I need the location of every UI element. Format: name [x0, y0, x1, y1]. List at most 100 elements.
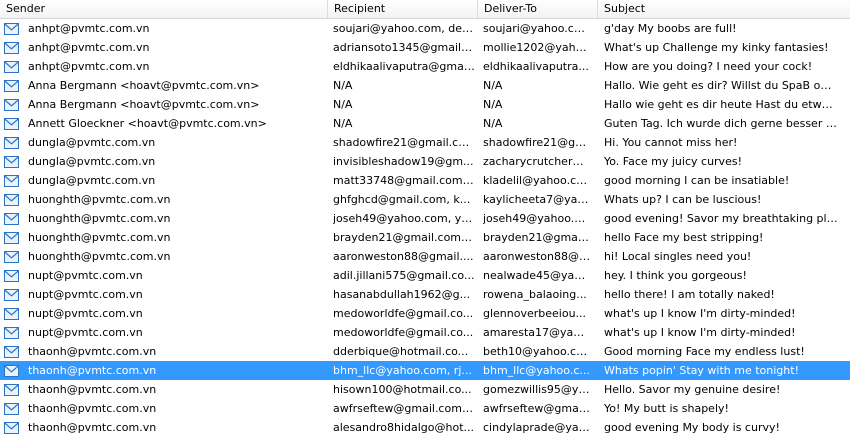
cell-subject: what's up I know I'm dirty-minded!: [604, 307, 796, 320]
cell-sender: anhpt@pvmtc.com.vn: [28, 60, 150, 73]
table-row[interactable]: Anna Bergmann <hoavt@pvmtc.com.vn> N/A N/A…: [0, 95, 850, 114]
cell-recipient: adil.jillani575@gmail.co...: [333, 269, 475, 282]
cell-subject: Guten Tag. Ich wurde dich gerne besser k…: [604, 117, 842, 130]
table-row[interactable]: huonghth@pvmtc.com.vn aaronweston88@gmail…: [0, 247, 850, 266]
message-list: anhpt@pvmtc.com.vn soujari@yahoo.com, der…: [0, 19, 850, 437]
cell-subject: Good morning Face my endless lust!: [604, 345, 805, 358]
cell-recipient: N/A: [333, 117, 353, 130]
table-row[interactable]: nupt@pvmtc.com.vn medoworldfe@gmail.co...…: [0, 304, 850, 323]
table-row[interactable]: Annett Gloeckner <hoavt@pvmtc.com.vn> N/A…: [0, 114, 850, 133]
cell-sender: dungla@pvmtc.com.vn: [28, 155, 156, 168]
cell-recipient: brayden21@gmail.com, ...: [333, 231, 479, 244]
cell-deliver-to: zacharycrutcher@...: [483, 155, 594, 168]
cell-subject: Yo. Face my juicy curves!: [604, 155, 742, 168]
cell-deliver-to: aaronweston88@g...: [483, 250, 594, 263]
envelope-icon: [4, 402, 19, 415]
table-row[interactable]: nupt@pvmtc.com.vn medoworldfe@gmail.co...…: [0, 323, 850, 342]
cell-sender: thaonh@pvmtc.com.vn: [28, 364, 157, 377]
cell-sender: huonghth@pvmtc.com.vn: [28, 212, 171, 225]
cell-deliver-to: shadowfire21@gm...: [483, 136, 594, 149]
table-row[interactable]: anhpt@pvmtc.com.vn adriansoto1345@gmail..…: [0, 38, 850, 57]
cell-recipient: N/A: [333, 98, 353, 111]
table-row[interactable]: anhpt@pvmtc.com.vn eldhikaalivaputra@gmai…: [0, 57, 850, 76]
table-row[interactable]: dungla@pvmtc.com.vn invisibleshadow19@gm.…: [0, 152, 850, 171]
table-row[interactable]: thaonh@pvmtc.com.vn dderbique@hotmail.co.…: [0, 342, 850, 361]
envelope-icon: [4, 117, 19, 130]
cell-recipient: matt33748@gmail.com, ...: [333, 174, 479, 187]
table-row[interactable]: dungla@pvmtc.com.vn matt33748@gmail.com, …: [0, 171, 850, 190]
table-row[interactable]: nupt@pvmtc.com.vn hasanabdullah1962@g... r…: [0, 285, 850, 304]
column-header-recipient[interactable]: Recipient: [328, 0, 478, 18]
cell-recipient: medoworldfe@gmail.co...: [333, 307, 474, 320]
cell-recipient: shadowfire21@gmail.co...: [333, 136, 476, 149]
cell-subject: good morning I can be insatiable!: [604, 174, 790, 187]
cell-subject: What's up Challenge my kinky fantasies!: [604, 41, 829, 54]
cell-sender: huonghth@pvmtc.com.vn: [28, 231, 171, 244]
envelope-icon: [4, 383, 19, 396]
envelope-icon: [4, 269, 19, 282]
envelope-icon: [4, 345, 19, 358]
cell-deliver-to: gomezwillis95@ya...: [483, 383, 594, 396]
cell-recipient: hasanabdullah1962@g...: [333, 288, 471, 301]
cell-deliver-to: N/A: [483, 98, 503, 111]
column-header-subject[interactable]: Subject: [598, 0, 850, 18]
cell-deliver-to: cindylaprade@yah...: [483, 421, 594, 434]
cell-sender: anhpt@pvmtc.com.vn: [28, 22, 150, 35]
cell-sender: nupt@pvmtc.com.vn: [28, 326, 143, 339]
cell-recipient: alesandro8hidalgo@hot...: [333, 421, 475, 434]
envelope-icon: [4, 307, 19, 320]
cell-recipient: hisown100@hotmail.co...: [333, 383, 472, 396]
cell-subject: Whats up? I can be luscious!: [604, 193, 762, 206]
envelope-icon: [4, 193, 19, 206]
cell-recipient: awfrseftew@gmail.com,...: [333, 402, 476, 415]
table-row[interactable]: thaonh@pvmtc.com.vn awfrseftew@gmail.com,…: [0, 399, 850, 418]
table-row[interactable]: Anna Bergmann <hoavt@pvmtc.com.vn> N/A N/A…: [0, 76, 850, 95]
cell-deliver-to: bhm_llc@yahoo.c...: [483, 364, 590, 377]
table-row[interactable]: huonghth@pvmtc.com.vn joseh49@yahoo.com, …: [0, 209, 850, 228]
cell-subject: good evening My body is curvy!: [604, 421, 780, 434]
envelope-icon: [4, 212, 19, 225]
cell-sender: Annett Gloeckner <hoavt@pvmtc.com.vn>: [28, 117, 267, 130]
envelope-icon: [4, 250, 19, 263]
table-row[interactable]: nupt@pvmtc.com.vn adil.jillani575@gmail.c…: [0, 266, 850, 285]
envelope-icon: [4, 136, 19, 149]
table-row[interactable]: huonghth@pvmtc.com.vn brayden21@gmail.com…: [0, 228, 850, 247]
table-row[interactable]: huonghth@pvmtc.com.vn ghfghcd@gmail.com, …: [0, 190, 850, 209]
cell-subject: good evening! Savor my breathtaking play…: [604, 212, 842, 225]
cell-deliver-to: kaylicheeta7@yah...: [483, 193, 594, 206]
envelope-icon: [4, 326, 19, 339]
table-row[interactable]: thaonh@pvmtc.com.vn bhm_llc@yahoo.com, rj…: [0, 361, 850, 380]
cell-deliver-to: joseh49@yahoo.c...: [483, 212, 591, 225]
cell-recipient: medoworldfe@gmail.co...: [333, 326, 474, 339]
column-header-deliver-to[interactable]: Deliver-To: [478, 0, 598, 18]
envelope-icon: [4, 41, 19, 54]
table-row[interactable]: anhpt@pvmtc.com.vn soujari@yahoo.com, der…: [0, 19, 850, 38]
cell-deliver-to: brayden21@gmail....: [483, 231, 594, 244]
cell-subject: what's up I know I'm dirty-minded!: [604, 326, 796, 339]
envelope-icon: [4, 174, 19, 187]
envelope-icon: [4, 155, 19, 168]
cell-subject: hi! Local singles need you!: [604, 250, 752, 263]
cell-recipient: bhm_llc@yahoo.com, rj...: [333, 364, 472, 377]
cell-deliver-to: awfrseftew@gmail...: [483, 402, 594, 415]
column-header-sender[interactable]: Sender: [0, 0, 328, 18]
cell-deliver-to: amaresta17@yaho...: [483, 326, 594, 339]
envelope-icon: [4, 79, 19, 92]
cell-sender: dungla@pvmtc.com.vn: [28, 174, 156, 187]
column-header-bar: Sender Recipient Deliver-To Subject: [0, 0, 850, 19]
table-row[interactable]: dungla@pvmtc.com.vn shadowfire21@gmail.co…: [0, 133, 850, 152]
envelope-icon: [4, 60, 19, 73]
cell-sender: Anna Bergmann <hoavt@pvmtc.com.vn>: [28, 79, 260, 92]
cell-sender: nupt@pvmtc.com.vn: [28, 269, 143, 282]
cell-subject: Hallo. Wie geht es dir? Willst du SpaB o…: [604, 79, 842, 92]
cell-recipient: N/A: [333, 79, 353, 92]
cell-subject: Whats popin' Stay with me tonight!: [604, 364, 799, 377]
table-row[interactable]: thaonh@pvmtc.com.vn hisown100@hotmail.co.…: [0, 380, 850, 399]
cell-deliver-to: eldhikaalivaputra...: [483, 60, 589, 73]
cell-deliver-to: rowena_balaoing...: [483, 288, 587, 301]
cell-sender: thaonh@pvmtc.com.vn: [28, 345, 157, 358]
cell-subject: hello Face my best stripping!: [604, 231, 764, 244]
cell-deliver-to: beth10@yahoo.com: [483, 345, 594, 358]
table-row[interactable]: thaonh@pvmtc.com.vn alesandro8hidalgo@hot…: [0, 418, 850, 437]
cell-recipient: ghfghcd@gmail.com, k...: [333, 193, 471, 206]
